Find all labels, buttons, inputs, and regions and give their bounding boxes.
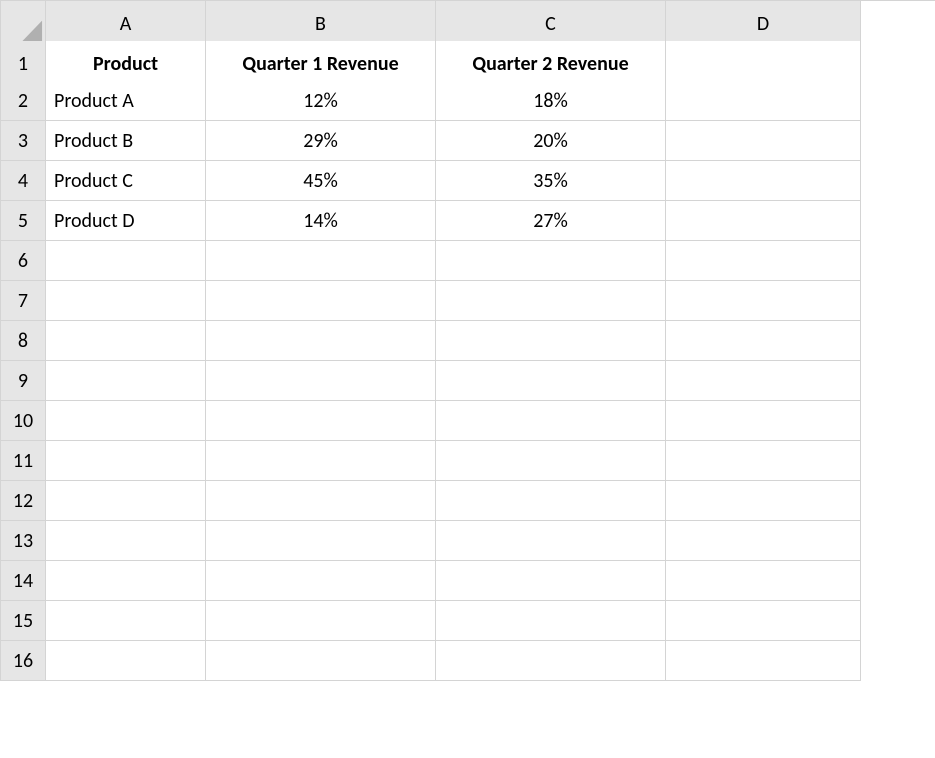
cell-b15[interactable] bbox=[206, 601, 436, 641]
cell-c15[interactable] bbox=[436, 601, 666, 641]
row-header-2[interactable]: 2 bbox=[1, 81, 46, 121]
cell-b13[interactable] bbox=[206, 521, 436, 561]
cell-d16[interactable] bbox=[666, 641, 861, 681]
cell-c12[interactable] bbox=[436, 481, 666, 521]
cell-d13[interactable] bbox=[666, 521, 861, 561]
cell-a16[interactable] bbox=[46, 641, 206, 681]
cell-b6[interactable] bbox=[206, 241, 436, 281]
cell-a14[interactable] bbox=[46, 561, 206, 601]
cell-a8[interactable] bbox=[46, 321, 206, 361]
cell-b14[interactable] bbox=[206, 561, 436, 601]
row-header-3[interactable]: 3 bbox=[1, 121, 46, 161]
cell-c13[interactable] bbox=[436, 521, 666, 561]
cell-a2[interactable]: Product A bbox=[46, 81, 206, 121]
row-header-7[interactable]: 7 bbox=[1, 281, 46, 321]
cell-a15[interactable] bbox=[46, 601, 206, 641]
row-header-12[interactable]: 12 bbox=[1, 481, 46, 521]
cell-c14[interactable] bbox=[436, 561, 666, 601]
cell-c16[interactable] bbox=[436, 641, 666, 681]
cell-c6[interactable] bbox=[436, 241, 666, 281]
cell-d3[interactable] bbox=[666, 121, 861, 161]
cell-a4[interactable]: Product C bbox=[46, 161, 206, 201]
cell-b2[interactable]: 12% bbox=[206, 81, 436, 121]
cell-a12[interactable] bbox=[46, 481, 206, 521]
cell-c8[interactable] bbox=[436, 321, 666, 361]
cell-d10[interactable] bbox=[666, 401, 861, 441]
cell-b7[interactable] bbox=[206, 281, 436, 321]
row-header-13[interactable]: 13 bbox=[1, 521, 46, 561]
cell-d15[interactable] bbox=[666, 601, 861, 641]
cell-d6[interactable] bbox=[666, 241, 861, 281]
cell-b3[interactable]: 29% bbox=[206, 121, 436, 161]
cell-a5[interactable]: Product D bbox=[46, 201, 206, 241]
row-header-5[interactable]: 5 bbox=[1, 201, 46, 241]
cell-d5[interactable] bbox=[666, 201, 861, 241]
cell-c11[interactable] bbox=[436, 441, 666, 481]
cell-b11[interactable] bbox=[206, 441, 436, 481]
cell-b16[interactable] bbox=[206, 641, 436, 681]
cell-a3[interactable]: Product B bbox=[46, 121, 206, 161]
cell-a11[interactable] bbox=[46, 441, 206, 481]
row-header-8[interactable]: 8 bbox=[1, 321, 46, 361]
row-header-10[interactable]: 10 bbox=[1, 401, 46, 441]
row-header-9[interactable]: 9 bbox=[1, 361, 46, 401]
cell-c9[interactable] bbox=[436, 361, 666, 401]
row-header-14[interactable]: 14 bbox=[1, 561, 46, 601]
row-header-16[interactable]: 16 bbox=[1, 641, 46, 681]
cell-b12[interactable] bbox=[206, 481, 436, 521]
spreadsheet-grid[interactable]: A B C D 1 Product Quarter 1 Revenue Quar… bbox=[0, 0, 935, 681]
cell-b5[interactable]: 14% bbox=[206, 201, 436, 241]
cell-c3[interactable]: 20% bbox=[436, 121, 666, 161]
cell-b8[interactable] bbox=[206, 321, 436, 361]
cell-c7[interactable] bbox=[436, 281, 666, 321]
cell-c2[interactable]: 18% bbox=[436, 81, 666, 121]
row-header-6[interactable]: 6 bbox=[1, 241, 46, 281]
cell-b10[interactable] bbox=[206, 401, 436, 441]
cell-d2[interactable] bbox=[666, 81, 861, 121]
cell-c4[interactable]: 35% bbox=[436, 161, 666, 201]
cell-d14[interactable] bbox=[666, 561, 861, 601]
cell-d9[interactable] bbox=[666, 361, 861, 401]
cell-d7[interactable] bbox=[666, 281, 861, 321]
row-header-11[interactable]: 11 bbox=[1, 441, 46, 481]
cell-b4[interactable]: 45% bbox=[206, 161, 436, 201]
cell-a6[interactable] bbox=[46, 241, 206, 281]
cell-a7[interactable] bbox=[46, 281, 206, 321]
cell-a9[interactable] bbox=[46, 361, 206, 401]
cell-a13[interactable] bbox=[46, 521, 206, 561]
cell-d8[interactable] bbox=[666, 321, 861, 361]
cell-b9[interactable] bbox=[206, 361, 436, 401]
row-header-15[interactable]: 15 bbox=[1, 601, 46, 641]
cell-c5[interactable]: 27% bbox=[436, 201, 666, 241]
cell-d4[interactable] bbox=[666, 161, 861, 201]
row-header-4[interactable]: 4 bbox=[1, 161, 46, 201]
cell-d12[interactable] bbox=[666, 481, 861, 521]
cell-a10[interactable] bbox=[46, 401, 206, 441]
cell-c10[interactable] bbox=[436, 401, 666, 441]
cell-d11[interactable] bbox=[666, 441, 861, 481]
